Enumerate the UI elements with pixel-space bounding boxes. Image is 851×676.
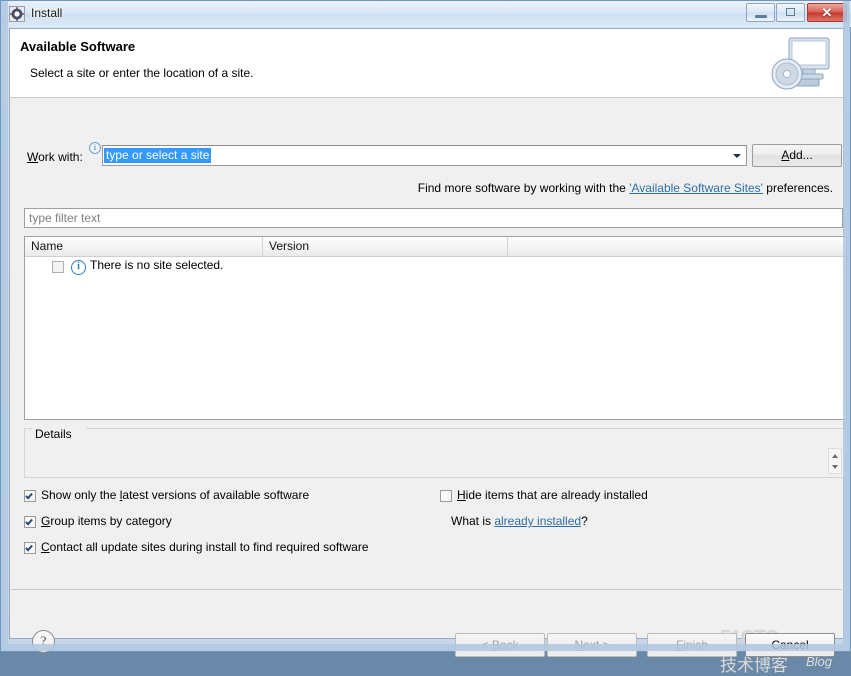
table-header: Name Version bbox=[25, 237, 846, 257]
details-scrollbar[interactable] bbox=[828, 448, 842, 474]
row-checkbox[interactable] bbox=[52, 261, 64, 273]
details-border-left bbox=[24, 428, 32, 429]
details-border-right bbox=[86, 428, 846, 429]
what-is-text-before: What is bbox=[451, 514, 495, 528]
add-site-button[interactable]: Add... bbox=[752, 144, 842, 167]
install-dialog-window: Install ✕ Available Software Select a si… bbox=[0, 0, 851, 675]
find-more-text-after: preferences. bbox=[762, 181, 833, 195]
down-arrow-icon[interactable] bbox=[829, 461, 841, 473]
work-with-combo[interactable]: type or select a site bbox=[102, 145, 747, 166]
what-is-already-installed: What is already installed? bbox=[451, 514, 588, 528]
page-title: Available Software bbox=[20, 39, 136, 54]
dialog-header-banner: Available Software Select a site or ente… bbox=[10, 29, 843, 98]
eclipse-gear-icon bbox=[9, 6, 25, 22]
available-software-table[interactable]: Name Version i There is no site selected… bbox=[24, 236, 847, 420]
available-software-sites-link[interactable]: 'Available Software Sites' bbox=[629, 181, 763, 195]
info-icon: i bbox=[71, 260, 86, 275]
filter-placeholder: type filter text bbox=[29, 211, 101, 225]
button-bar-separator bbox=[11, 589, 842, 590]
checkbox-label: Show only the latest versions of availab… bbox=[41, 488, 310, 502]
checkbox-box[interactable] bbox=[440, 490, 452, 502]
title-bar[interactable]: Install ✕ bbox=[1, 1, 851, 27]
column-header-blank[interactable] bbox=[508, 237, 846, 256]
work-with-combo-value[interactable]: type or select a site bbox=[104, 148, 212, 163]
filter-input[interactable]: type filter text bbox=[24, 208, 843, 228]
work-with-label: Work with: bbox=[27, 150, 83, 164]
row-name-label: There is no site selected. bbox=[90, 258, 224, 272]
page-subtitle: Select a site or enter the location of a… bbox=[30, 66, 254, 80]
checkbox-label: Group items by category bbox=[41, 514, 172, 528]
already-installed-link[interactable]: already installed bbox=[494, 514, 581, 528]
window-title: Install bbox=[31, 6, 63, 20]
monitor-with-disc-icon bbox=[771, 37, 830, 90]
cancel-button[interactable]: Cancel bbox=[745, 633, 835, 657]
details-group bbox=[24, 428, 846, 478]
what-is-text-after: ? bbox=[581, 514, 588, 528]
up-arrow-icon[interactable] bbox=[829, 449, 841, 461]
checkbox-box[interactable] bbox=[24, 516, 36, 528]
maximize-button[interactable] bbox=[776, 3, 805, 22]
table-row[interactable]: i There is no site selected. bbox=[25, 257, 846, 275]
work-with-info-icon: i bbox=[89, 142, 101, 154]
details-label: Details bbox=[32, 428, 75, 440]
dialog-client-area: Available Software Select a site or ente… bbox=[9, 28, 847, 675]
help-button[interactable]: ? bbox=[32, 630, 55, 653]
checkbox-label: Contact all update sites during install … bbox=[41, 540, 369, 554]
checkbox-box[interactable] bbox=[24, 490, 36, 502]
next-button[interactable]: Next > bbox=[547, 633, 637, 657]
column-header-name[interactable]: Name bbox=[25, 237, 263, 256]
finish-button[interactable]: Finish bbox=[647, 633, 737, 657]
column-header-version[interactable]: Version bbox=[263, 237, 508, 256]
minimize-button[interactable] bbox=[746, 3, 775, 22]
back-button[interactable]: < Back bbox=[455, 633, 545, 657]
find-more-text-before: Find more software by working with the bbox=[417, 181, 630, 195]
close-button[interactable]: ✕ bbox=[807, 3, 847, 22]
chevron-down-icon[interactable] bbox=[728, 147, 745, 164]
checkbox-box[interactable] bbox=[24, 542, 36, 554]
checkbox-label: Hide items that are already installed bbox=[457, 488, 648, 502]
find-more-software-hint: Find more software by working with the '… bbox=[418, 181, 833, 195]
